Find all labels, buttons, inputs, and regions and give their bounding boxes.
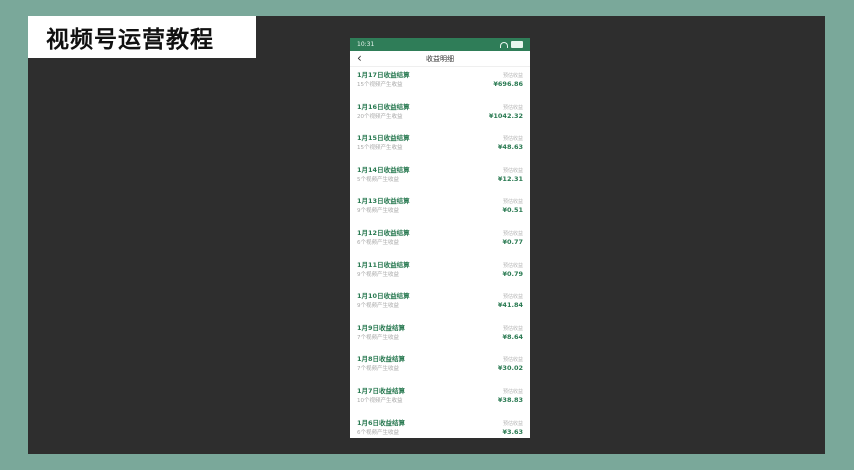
row-subtitle: 9个视频产生收益	[357, 303, 399, 310]
row-title: 1月11日收益结算	[357, 260, 410, 269]
list-item[interactable]: 1月9日收益结算 7个视频产生收益 预估收益 ¥8.64	[350, 320, 530, 352]
status-time: 10:31	[357, 41, 375, 48]
row-label: 预估收益	[502, 104, 523, 111]
list-item[interactable]: 1月16日收益结算 20个视频产生收益 预估收益 ¥1042.32	[350, 99, 530, 131]
row-label: 预估收益	[502, 199, 523, 206]
list-item[interactable]: 1月17日收益结算 15个视频产生收益 预估收益 ¥696.86	[350, 67, 530, 99]
list-item[interactable]: 1月13日收益结算 9个视频产生收益 预估收益 ¥0.51	[350, 193, 530, 225]
row-amount: ¥0.79	[502, 269, 523, 278]
row-subtitle: 7个视频产生收益	[357, 366, 399, 373]
list-item[interactable]: 1月14日收益结算 5个视频产生收益 预估收益 ¥12.31	[350, 162, 530, 194]
row-amount: ¥48.63	[497, 143, 523, 152]
row-label: 预估收益	[502, 230, 523, 237]
row-title: 1月14日收益结算	[357, 165, 410, 174]
list-item[interactable]: 1月8日收益结算 7个视频产生收益 预估收益 ¥30.02	[350, 351, 530, 383]
row-title: 1月7日收益结算	[357, 386, 406, 395]
back-arrow-icon[interactable]: ‹	[357, 52, 362, 64]
list-item[interactable]: 1月6日收益结算 6个视频产生收益 预估收益 ¥3.63	[350, 415, 530, 438]
status-bar: 10:31	[350, 38, 530, 51]
earnings-list: 1月17日收益结算 15个视频产生收益 预估收益 ¥696.86 1月16日收益结算…	[350, 67, 530, 438]
row-subtitle: 15个视频产生收益	[357, 145, 403, 152]
row-amount: ¥41.84	[497, 301, 523, 310]
row-amount: ¥696.86	[493, 80, 523, 88]
banner-title: 视频号运营教程	[46, 27, 214, 53]
row-amount: ¥38.83	[497, 395, 523, 404]
row-subtitle: 5个视频产生收益	[357, 176, 399, 183]
nav-bar: ‹ 收益明细	[350, 51, 530, 67]
row-subtitle: 6个视频产生收益	[357, 429, 399, 436]
row-label: 预估收益	[502, 388, 523, 395]
row-subtitle: 9个视频产生收益	[357, 208, 399, 215]
row-title: 1月16日收益结算	[357, 102, 410, 111]
list-item[interactable]: 1月12日收益结算 6个视频产生收益 预估收益 ¥0.77	[350, 225, 530, 257]
row-title: 1月12日收益结算	[357, 228, 410, 237]
row-title: 1月9日收益结算	[357, 323, 406, 332]
row-label: 预估收益	[502, 357, 523, 364]
row-amount: ¥30.02	[497, 364, 523, 373]
row-subtitle: 9个视频产生收益	[357, 271, 399, 278]
list-item[interactable]: 1月7日收益结算 10个视频产生收益 预估收益 ¥38.83	[350, 383, 530, 415]
row-label: 预估收益	[502, 136, 523, 143]
row-label: 预估收益	[502, 262, 523, 269]
row-title: 1月10日收益结算	[357, 292, 410, 301]
row-label: 预估收益	[502, 294, 523, 301]
row-amount: ¥0.51	[502, 206, 523, 215]
row-label: 预估收益	[502, 325, 523, 332]
row-title: 1月17日收益结算	[357, 71, 410, 79]
list-item[interactable]: 1月10日收益结算 9个视频产生收益 预估收益 ¥41.84	[350, 288, 530, 320]
row-label: 预估收益	[502, 420, 523, 427]
status-icons	[500, 41, 523, 48]
row-amount: ¥0.77	[502, 237, 523, 246]
course-banner: 视频号运营教程	[28, 16, 256, 58]
list-item[interactable]: 1月11日收益结算 9个视频产生收益 预估收益 ¥0.79	[350, 257, 530, 289]
row-title: 1月13日收益结算	[357, 197, 410, 206]
phone-screen: 10:31 ‹ 收益明细 1月17日收益结算 15个视频产生收益 预估收益 ¥696…	[350, 38, 530, 438]
row-amount: ¥3.63	[502, 427, 523, 436]
row-subtitle: 20个视频产生收益	[357, 113, 403, 120]
row-label: 预估收益	[502, 167, 523, 174]
row-subtitle: 10个视频产生收益	[357, 397, 403, 404]
row-label: 预估收益	[502, 73, 523, 79]
wifi-icon	[500, 41, 508, 48]
list-item[interactable]: 1月15日收益结算 15个视频产生收益 预估收益 ¥48.63	[350, 130, 530, 162]
row-title: 1月8日收益结算	[357, 355, 406, 364]
row-subtitle: 15个视频产生收益	[357, 82, 403, 88]
row-subtitle: 6个视频产生收益	[357, 239, 399, 246]
row-subtitle: 7个视频产生收益	[357, 334, 399, 341]
row-title: 1月15日收益结算	[357, 134, 410, 143]
row-title: 1月6日收益结算	[357, 418, 406, 427]
battery-icon	[511, 41, 523, 48]
page-title: 收益明细	[426, 54, 454, 63]
row-amount: ¥8.64	[502, 332, 523, 341]
row-amount: ¥12.31	[497, 174, 523, 183]
row-amount: ¥1042.32	[488, 111, 523, 120]
